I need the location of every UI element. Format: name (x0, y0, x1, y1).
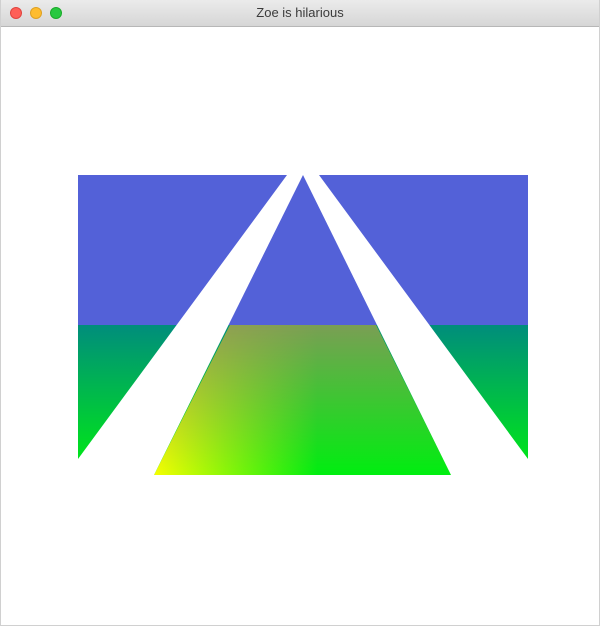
render-canvas (78, 175, 528, 475)
window-title: Zoe is hilarious (256, 5, 344, 20)
app-window: Zoe is hilarious (0, 0, 600, 626)
upper-band (78, 175, 528, 325)
title-bar[interactable]: Zoe is hilarious (1, 0, 599, 27)
